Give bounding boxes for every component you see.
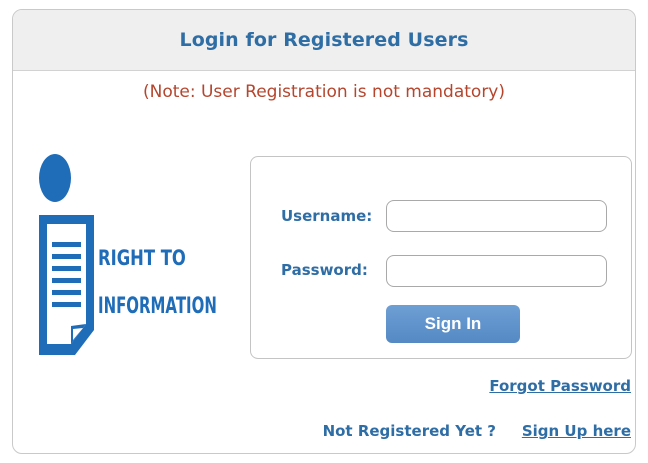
sign-in-button[interactable]: Sign In [386, 305, 520, 343]
logo-text-line2: INFORMATION [98, 294, 217, 319]
logo-text-line1: RIGHT TO [98, 246, 186, 270]
username-input[interactable] [386, 200, 607, 232]
panel-header: Login for Registered Users [13, 10, 635, 71]
password-input[interactable] [386, 255, 607, 287]
not-registered-text: Not Registered Yet ? [322, 422, 496, 440]
registration-note: (Note: User Registration is not mandator… [142, 82, 505, 102]
panel-title: Login for Registered Users [179, 29, 469, 51]
forgot-password-link[interactable]: Forgot Password [489, 377, 631, 395]
password-label: Password: [281, 261, 368, 279]
login-panel: Login for Registered Users (Note: User R… [12, 9, 636, 454]
username-label: Username: [281, 207, 373, 225]
rti-logo: RIGHT TO INFORMATION [35, 154, 245, 359]
login-form: Username: Password: Sign In [250, 156, 632, 359]
person-document-icon [39, 154, 94, 355]
sign-up-link[interactable]: Sign Up here [522, 422, 631, 440]
